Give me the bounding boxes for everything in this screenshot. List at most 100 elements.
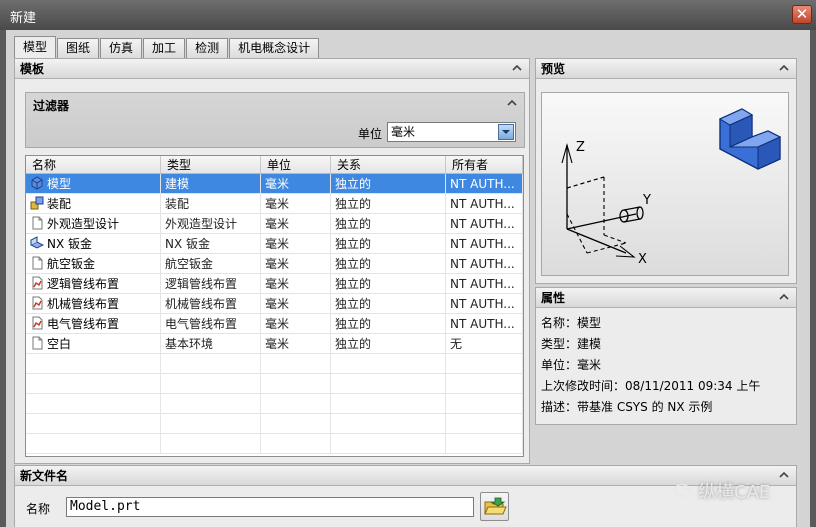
tab-drawing[interactable]: 图纸 <box>57 38 100 58</box>
cell-unit: 毫米 <box>261 194 331 213</box>
table-row[interactable]: 装配 装配 毫米 独立的 NT AUTH... <box>26 194 523 214</box>
cell-text: 电气管线布置 <box>165 317 238 331</box>
cell-text: NT AUTH... <box>450 237 515 251</box>
column-header-owner[interactable]: 所有者 <box>446 156 523 173</box>
column-header-type[interactable]: 类型 <box>161 156 261 173</box>
cell-text: 独立的 <box>335 337 372 351</box>
cell-text: NT AUTH... <box>450 217 515 231</box>
cell-type: 装配 <box>161 194 261 213</box>
column-header-relation[interactable]: 关系 <box>331 156 446 173</box>
cell-text: 电气管线布置 <box>47 317 120 331</box>
routing-icon <box>30 316 44 330</box>
templates-title: 模板 <box>20 62 45 76</box>
empty-cell <box>26 354 161 373</box>
empty-cell <box>261 354 331 373</box>
axis-z-label: Z <box>576 140 585 155</box>
tab-model[interactable]: 模型 <box>14 36 57 58</box>
cell-text: 装配 <box>165 197 190 211</box>
document-icon <box>30 256 44 270</box>
table-row[interactable]: 电气管线布置 电气管线布置 毫米 独立的 NT AUTH... <box>26 314 523 334</box>
empty-cell <box>261 394 331 413</box>
cell-text: 毫米 <box>265 177 290 191</box>
empty-cell <box>261 414 331 433</box>
table-row[interactable]: 机械管线布置 机械管线布置 毫米 独立的 NT AUTH... <box>26 294 523 314</box>
cell-text: 毫米 <box>265 297 290 311</box>
properties-header[interactable]: 属性 <box>536 288 796 308</box>
cell-text: 毫米 <box>265 277 290 291</box>
cell-text: 逻辑管线布置 <box>165 277 238 291</box>
templates-header[interactable]: 模板 <box>15 59 529 79</box>
title-bar: 新建 ✕ <box>0 0 816 30</box>
unit-select[interactable]: 毫米 <box>387 122 516 142</box>
empty-cell <box>26 414 161 433</box>
filter-section: 过滤器 单位 毫米 <box>25 92 525 148</box>
empty-cell <box>26 374 161 393</box>
table-row[interactable]: 空白 基本环境 毫米 独立的 无 <box>26 334 523 354</box>
tab-mechatronics[interactable]: 机电概念设计 <box>229 38 320 58</box>
model-icon <box>30 176 44 190</box>
sheet-metal-icon <box>29 236 45 250</box>
cell-unit: 毫米 <box>261 214 331 233</box>
table-row[interactable]: NX 钣金 NX 钣金 毫米 独立的 NT AUTH... <box>26 234 523 254</box>
cell-text: NX 钣金 <box>165 237 211 251</box>
blank-icon <box>30 336 44 350</box>
properties-list: 名称：模型 类型：建模 单位：毫米 上次修改时间：08/11/2011 09:3… <box>535 307 797 424</box>
properties-collapse-caret-icon[interactable] <box>778 291 790 303</box>
cell-type: 逻辑管线布置 <box>161 274 261 293</box>
unit-select-value: 毫米 <box>391 125 416 139</box>
property-unit: 单位：毫米 <box>541 358 602 372</box>
folder-icon <box>484 497 507 515</box>
filter-title: 过滤器 <box>33 99 70 113</box>
cell-owner: NT AUTH... <box>446 174 523 193</box>
table-row[interactable]: 外观造型设计 外观造型设计 毫米 独立的 NT AUTH... <box>26 214 523 234</box>
empty-cell <box>161 394 261 413</box>
cell-text: 装配 <box>47 197 72 211</box>
cell-text: 独立的 <box>335 197 372 211</box>
cell-text: 毫米 <box>265 317 290 331</box>
cell-type: NX 钣金 <box>161 234 261 253</box>
cell-text: 外观造型设计 <box>47 217 120 231</box>
cell-unit: 毫米 <box>261 234 331 253</box>
column-header-unit[interactable]: 单位 <box>261 156 331 173</box>
cell-owner: NT AUTH... <box>446 214 523 233</box>
cell-text: NX 钣金 <box>47 237 93 251</box>
axis-x-label: X <box>638 252 647 267</box>
column-header-name[interactable]: 名称 <box>26 156 161 173</box>
cell-type: 航空钣金 <box>161 254 261 273</box>
empty-row <box>26 434 523 454</box>
cell-name: 电气管线布置 <box>26 314 161 333</box>
table-row[interactable]: 航空钣金 航空钣金 毫米 独立的 NT AUTH... <box>26 254 523 274</box>
empty-cell <box>161 434 261 453</box>
close-button[interactable]: ✕ <box>792 5 812 24</box>
cell-text: NT AUTH... <box>450 177 515 191</box>
cell-relation: 独立的 <box>331 194 446 213</box>
preview-header[interactable]: 预览 <box>536 59 796 79</box>
cell-relation: 独立的 <box>331 234 446 253</box>
browse-folder-button[interactable] <box>480 492 509 521</box>
filename-input[interactable]: Model.prt <box>66 497 474 517</box>
cell-text: 独立的 <box>335 177 372 191</box>
category-tabs: 模型 图纸 仿真 加工 检测 机电概念设计 <box>14 36 320 58</box>
dropdown-arrow-icon[interactable] <box>498 124 514 140</box>
cell-text: 机械管线布置 <box>165 297 238 311</box>
cell-text: 毫米 <box>265 257 290 271</box>
tab-simulation[interactable]: 仿真 <box>100 38 143 58</box>
cell-text: 机械管线布置 <box>47 297 120 311</box>
new-filename-collapse-caret-icon[interactable] <box>778 469 790 481</box>
template-table: 名称 类型 单位 关系 所有者 模型 建模 毫米 独立的 NT AUTH... 装配 装配毫… <box>25 155 524 457</box>
properties-title: 属性 <box>541 291 566 305</box>
document-icon <box>30 216 44 230</box>
table-row[interactable]: 模型 建模 毫米 独立的 NT AUTH... <box>26 174 523 194</box>
cell-text: 毫米 <box>265 337 290 351</box>
tab-manufacturing[interactable]: 加工 <box>143 38 186 58</box>
empty-cell <box>331 374 446 393</box>
filter-collapse-caret-icon[interactable] <box>506 97 518 109</box>
collapse-caret-icon[interactable] <box>511 62 523 74</box>
table-row[interactable]: 逻辑管线布置 逻辑管线布置 毫米 独立的 NT AUTH... <box>26 274 523 294</box>
preview-collapse-caret-icon[interactable] <box>778 62 790 74</box>
cell-text: 毫米 <box>265 217 290 231</box>
csys-axes <box>561 142 644 258</box>
empty-cell <box>161 354 261 373</box>
tab-inspection[interactable]: 检测 <box>186 38 229 58</box>
cell-type: 建模 <box>161 174 261 193</box>
